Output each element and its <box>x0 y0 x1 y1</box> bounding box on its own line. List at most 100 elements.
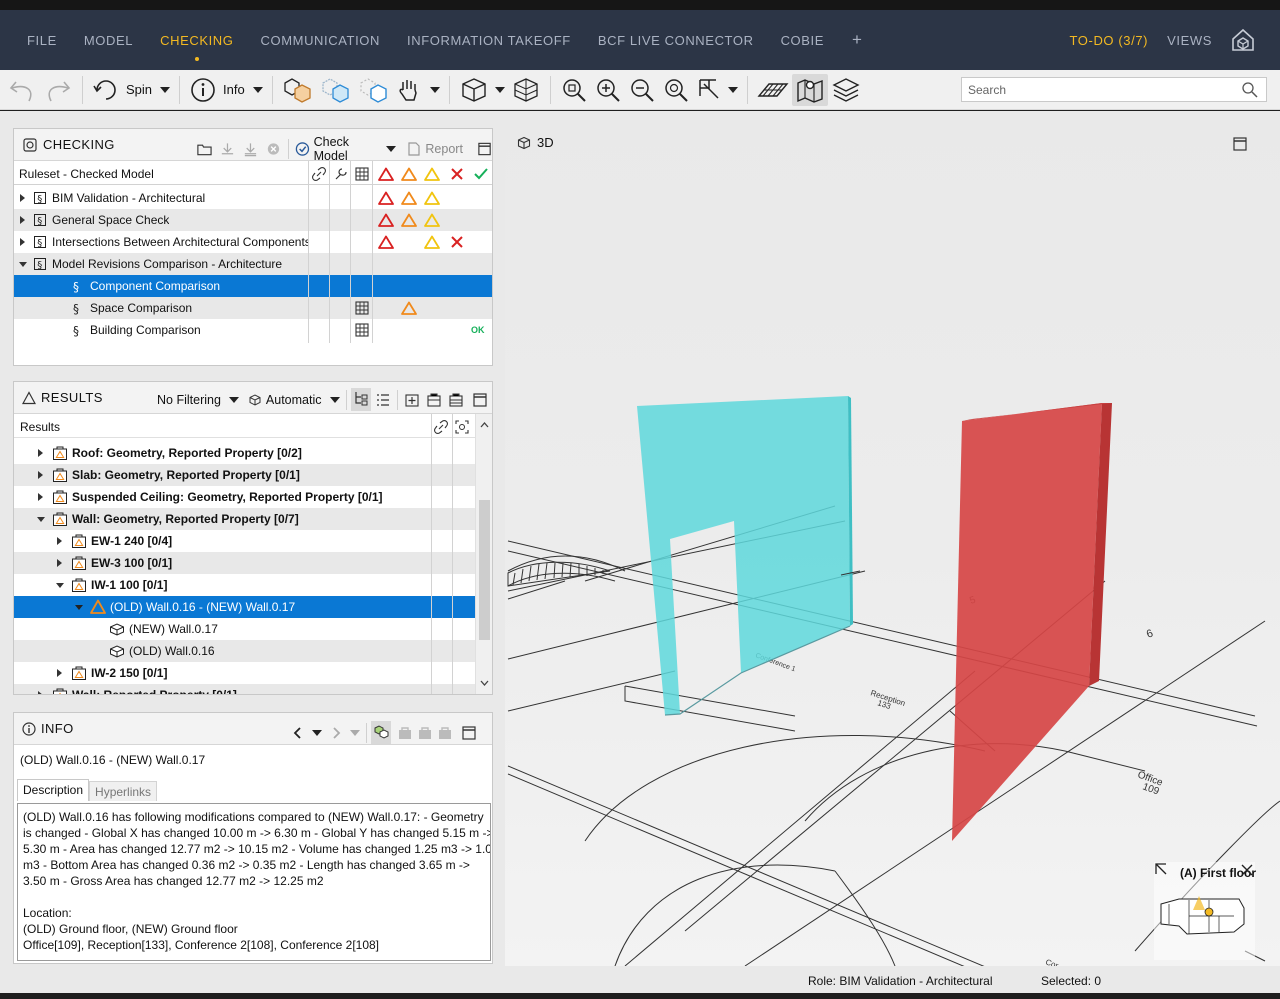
menu-checking[interactable]: CHECKING <box>160 33 233 61</box>
model-scene[interactable]: Office 109 Reception 133 6 5 Conference … <box>505 111 1280 966</box>
search-input[interactable] <box>962 82 1240 97</box>
result-row[interactable]: EW-3 100 [0/1] <box>14 552 475 574</box>
info-dropdown-caret[interactable] <box>252 86 263 93</box>
result-row[interactable]: (NEW) Wall.0.17 <box>14 618 475 640</box>
list-view-icon[interactable] <box>375 392 391 408</box>
fly-button[interactable] <box>393 74 443 106</box>
menu-information-takeoff[interactable]: INFORMATION TAKEOFF <box>407 33 571 48</box>
spin-button[interactable]: Spin <box>89 74 173 106</box>
issue-bag-icon[interactable] <box>437 725 453 741</box>
zoom-selected-button[interactable] <box>659 74 693 106</box>
scroll-up-icon[interactable] <box>476 418 493 432</box>
expand-arrow-icon[interactable] <box>57 537 62 545</box>
result-row[interactable]: EW-1 240 [0/4] <box>14 530 475 552</box>
expand-arrow-icon[interactable] <box>20 194 25 202</box>
close-minimap-icon[interactable] <box>1240 863 1254 877</box>
fly-dropdown-caret[interactable] <box>429 86 440 93</box>
old-wall-0-16[interactable] <box>637 396 853 716</box>
previous-arrow-icon[interactable] <box>292 726 304 740</box>
ruleset-row[interactable]: § Component Comparison <box>14 275 492 297</box>
collapse-arrow-icon[interactable] <box>19 262 27 267</box>
collapse-arrow-icon[interactable] <box>37 517 45 522</box>
issue-folder-icon[interactable] <box>426 392 442 408</box>
view-dropdown-caret[interactable] <box>494 86 505 93</box>
tree-view-toggle[interactable] <box>350 388 371 411</box>
info-button[interactable]: Info <box>186 74 266 106</box>
ruleset-row[interactable]: § Building Comparison OK <box>14 319 492 341</box>
expand-arrow-icon[interactable] <box>38 493 43 501</box>
ruleset-row[interactable]: § General Space Check <box>14 209 492 231</box>
automatic-dropdown[interactable]: Automatic <box>249 393 340 407</box>
views-button[interactable]: VIEWS <box>1167 33 1212 48</box>
maximize-panel-icon[interactable] <box>472 392 488 408</box>
table-icon[interactable] <box>355 323 369 337</box>
expand-arrow-icon[interactable] <box>38 691 43 694</box>
next-arrow-icon[interactable] <box>330 726 342 740</box>
isolate-button[interactable] <box>355 74 393 106</box>
maximize-panel-icon[interactable] <box>461 725 477 741</box>
search-icon[interactable] <box>1240 80 1260 100</box>
transparent-button[interactable] <box>317 74 355 106</box>
maximize-panel-icon[interactable] <box>477 141 492 157</box>
select-tool-button[interactable] <box>693 74 741 106</box>
expand-arrow-icon[interactable] <box>20 238 25 246</box>
view-cube-button[interactable] <box>456 74 508 106</box>
add-issue-icon[interactable] <box>404 392 420 408</box>
result-row[interactable]: Wall: Geometry, Reported Property [0/7] <box>14 508 475 530</box>
zoom-fit-button[interactable] <box>557 74 591 106</box>
table-icon[interactable] <box>355 301 369 315</box>
issue-bag-icon[interactable] <box>397 725 413 741</box>
results-scroll-thumb[interactable] <box>479 500 490 640</box>
ruleset-row[interactable]: § Model Revisions Comparison - Architectu… <box>14 253 492 275</box>
filtering-dropdown[interactable]: No Filtering <box>157 393 239 407</box>
check-model-caret[interactable] <box>386 146 397 152</box>
forward-caret[interactable] <box>350 729 360 736</box>
result-row[interactable]: (OLD) Wall.0.16 <box>14 640 475 662</box>
result-row[interactable]: IW-1 100 [0/1] <box>14 574 475 596</box>
report-button[interactable]: Report <box>406 141 463 157</box>
add-tab-button[interactable]: + <box>852 30 862 50</box>
collapse-arrow-icon[interactable] <box>75 605 83 610</box>
stop-icon[interactable] <box>265 140 282 158</box>
open-folder-icon[interactable] <box>196 140 213 158</box>
todo-button[interactable]: TO-DO (3/7) <box>1070 33 1149 48</box>
spin-dropdown-caret[interactable] <box>160 86 171 93</box>
download-all-icon[interactable] <box>242 140 259 158</box>
zoom-in-button[interactable] <box>591 74 625 106</box>
results-scrollbar[interactable] <box>475 414 492 694</box>
check-model-button[interactable]: Check Model <box>295 135 397 163</box>
expand-arrow-icon[interactable] <box>57 669 62 677</box>
issue-folder-open-icon[interactable] <box>448 392 464 408</box>
download-icon[interactable] <box>219 140 236 158</box>
result-row[interactable]: (OLD) Wall.0.16 - (NEW) Wall.0.17 <box>14 596 475 618</box>
result-row[interactable]: IW-2 150 [0/1] <box>14 662 475 684</box>
issue-bag-icon[interactable] <box>417 725 433 741</box>
menu-cobie[interactable]: COBIE <box>781 33 824 48</box>
menu-bcf-live-connector[interactable]: BCF LIVE CONNECTOR <box>598 33 754 48</box>
result-row[interactable]: Slab: Geometry, Reported Property [0/1] <box>14 464 475 486</box>
home-model-icon[interactable] <box>1230 27 1256 53</box>
3d-viewport[interactable]: 3D Office 109 Reception 133 6 Conference… <box>505 111 1280 966</box>
menu-communication[interactable]: COMMUNICATION <box>261 33 381 48</box>
result-row[interactable]: Wall: Reported Property [0/1] <box>14 684 475 694</box>
map-button[interactable] <box>791 73 828 106</box>
history-caret[interactable] <box>312 729 322 736</box>
ruleset-row[interactable]: § Intersections Between Architectural Com… <box>14 231 492 253</box>
section-box-button[interactable] <box>508 74 544 106</box>
scroll-down-icon[interactable] <box>476 676 493 690</box>
select-dropdown-caret[interactable] <box>727 86 738 93</box>
expand-arrow-icon[interactable] <box>38 449 43 457</box>
undo-button[interactable] <box>4 74 40 106</box>
menu-file[interactable]: FILE <box>27 33 57 48</box>
ruleset-row[interactable]: § Space Comparison <box>14 297 492 319</box>
floor-minimap[interactable]: (A) First floor <box>1154 862 1256 960</box>
result-row[interactable]: Roof: Geometry, Reported Property [0/2] <box>14 442 475 464</box>
menu-model[interactable]: MODEL <box>84 33 133 48</box>
tab-description[interactable]: Description <box>17 779 90 801</box>
tab-hyperlinks[interactable]: Hyperlinks <box>89 781 158 801</box>
expand-arrow-icon[interactable] <box>38 471 43 479</box>
floor-plan-button[interactable] <box>754 74 792 106</box>
show-all-button[interactable] <box>279 74 317 106</box>
zoom-out-button[interactable] <box>625 74 659 106</box>
components-toggle[interactable] <box>371 721 391 744</box>
